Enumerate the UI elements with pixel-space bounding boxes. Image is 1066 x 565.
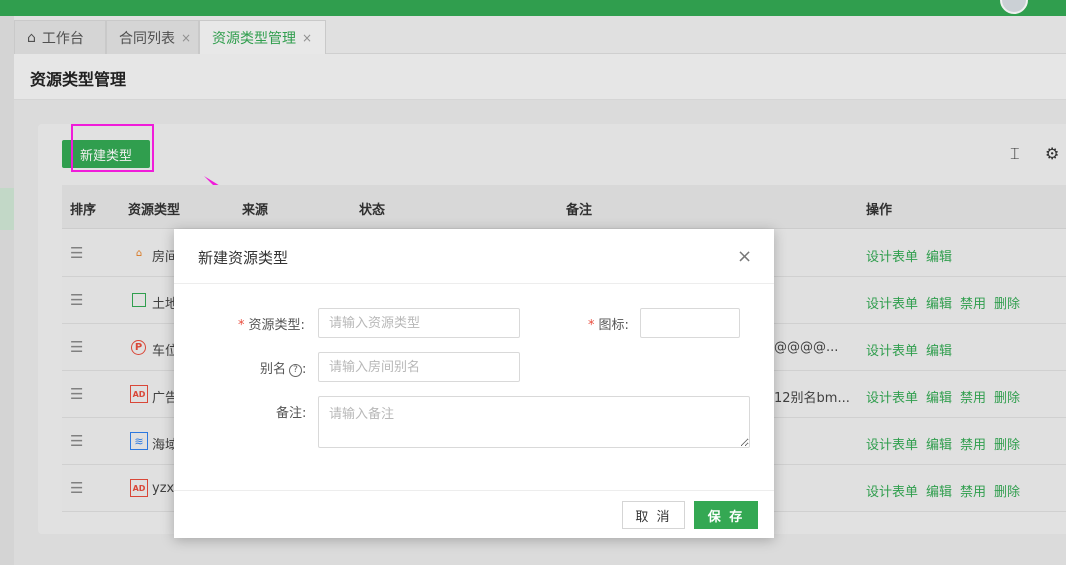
cancel-button[interactable]: 取 消 — [622, 501, 685, 529]
dialog-title: 新建资源类型 — [198, 249, 289, 267]
ad-icon: AD — [130, 385, 148, 403]
drag-handle-icon[interactable]: ☰ — [70, 338, 83, 356]
ad-icon: AD — [130, 479, 148, 497]
edit-link[interactable]: 编辑 — [926, 293, 952, 312]
alias-field-label: 别名?: — [260, 362, 307, 377]
column-height-icon[interactable]: ⌶ — [1010, 144, 1020, 164]
user-avatar-icon[interactable] — [1000, 0, 1028, 14]
drag-handle-icon[interactable]: ☰ — [70, 479, 83, 497]
tab-workbench[interactable]: ⌂ 工作台 — [14, 20, 106, 54]
row-actions: 设计表单 编辑 禁用 删除 — [866, 293, 1020, 312]
tab-label: 合同列表 — [119, 30, 175, 47]
sidebar-active-indicator — [0, 188, 14, 230]
page-header: 资源类型管理 — [14, 54, 1066, 100]
annotation-highlight-box — [71, 124, 154, 172]
save-button[interactable]: 保 存 — [694, 501, 758, 529]
row-actions: 设计表单 编辑 禁用 删除 — [866, 387, 1020, 406]
drag-handle-icon[interactable]: ☰ — [70, 432, 83, 450]
question-circle-icon[interactable]: ? — [289, 364, 303, 377]
house-icon: ⌂ — [135, 247, 143, 259]
tab-label: 资源类型管理 — [212, 30, 296, 47]
col-remark: 备注 — [566, 203, 593, 218]
disable-link[interactable]: 禁用 — [960, 434, 986, 453]
layout-icon — [132, 293, 146, 307]
remark-cell: @@@@... — [774, 340, 839, 355]
gear-icon[interactable]: ⚙ — [1045, 144, 1059, 163]
edit-link[interactable]: 编辑 — [926, 481, 952, 500]
parking-icon: P — [131, 340, 146, 355]
delete-link[interactable]: 删除 — [994, 481, 1020, 500]
design-form-link[interactable]: 设计表单 — [866, 293, 918, 312]
row-actions: 设计表单 编辑 禁用 删除 — [866, 481, 1020, 500]
home-icon: ⌂ — [27, 29, 36, 46]
new-resource-type-dialog: 新建资源类型 × *资源类型: *图标: 别名?: 备注: 取 消 保 存 — [174, 229, 774, 538]
design-form-link[interactable]: 设计表单 — [866, 481, 918, 500]
edit-link[interactable]: 编辑 — [926, 387, 952, 406]
delete-link[interactable]: 删除 — [994, 434, 1020, 453]
col-sort: 排序 — [70, 203, 97, 218]
col-type: 资源类型 — [128, 203, 181, 218]
close-icon[interactable]: × — [737, 246, 752, 267]
left-sidebar-edge — [0, 16, 14, 565]
design-form-link[interactable]: 设计表单 — [866, 387, 918, 406]
tab-label: 工作台 — [41, 30, 84, 47]
delete-link[interactable]: 删除 — [994, 293, 1020, 312]
design-form-link[interactable]: 设计表单 — [866, 246, 918, 265]
col-source: 来源 — [242, 203, 269, 218]
disable-link[interactable]: 禁用 — [960, 293, 986, 312]
drag-handle-icon[interactable]: ☰ — [70, 385, 83, 403]
resource-type-input[interactable] — [318, 308, 520, 338]
edit-link[interactable]: 编辑 — [926, 340, 952, 359]
water-icon: ≋ — [130, 432, 148, 450]
design-form-link[interactable]: 设计表单 — [866, 434, 918, 453]
close-icon[interactable]: × — [302, 31, 312, 45]
alias-input[interactable] — [318, 352, 520, 382]
drag-handle-icon[interactable]: ☰ — [70, 244, 83, 262]
type-name: yzx — [152, 481, 175, 496]
remark-field-label: 备注: — [276, 406, 307, 421]
design-form-link[interactable]: 设计表单 — [866, 340, 918, 359]
table-header: 排序 资源类型 来源 状态 备注 操作 — [62, 185, 1066, 229]
required-mark: * — [238, 318, 245, 333]
col-status: 状态 — [359, 203, 386, 218]
edit-link[interactable]: 编辑 — [926, 434, 952, 453]
col-actions: 操作 — [866, 203, 893, 218]
dialog-footer: 取 消 保 存 — [174, 490, 774, 538]
disable-link[interactable]: 禁用 — [960, 481, 986, 500]
row-actions: 设计表单 编辑 — [866, 246, 952, 265]
dialog-header: 新建资源类型 × — [174, 229, 774, 284]
tab-bar: ⌂ 工作台 合同列表 × 资源类型管理 × — [14, 16, 1066, 54]
edit-link[interactable]: 编辑 — [926, 246, 952, 265]
remark-textarea[interactable] — [318, 396, 750, 448]
icon-input[interactable] — [640, 308, 740, 338]
page-title: 资源类型管理 — [30, 70, 127, 89]
type-field-label: * 资源类型: — [238, 318, 305, 333]
tab-resource-type[interactable]: 资源类型管理 × — [199, 20, 326, 54]
top-header-bar — [0, 0, 1066, 16]
row-actions: 设计表单 编辑 禁用 删除 — [866, 434, 1020, 453]
drag-handle-icon[interactable]: ☰ — [70, 291, 83, 309]
row-actions: 设计表单 编辑 — [866, 340, 952, 359]
required-mark: * — [588, 318, 595, 333]
disable-link[interactable]: 禁用 — [960, 387, 986, 406]
delete-link[interactable]: 删除 — [994, 387, 1020, 406]
tab-contract-list[interactable]: 合同列表 × — [106, 20, 199, 54]
remark-cell: 12别名bm... — [774, 391, 850, 406]
icon-field-label: * 图标: — [588, 318, 629, 333]
close-icon[interactable]: × — [181, 31, 191, 45]
